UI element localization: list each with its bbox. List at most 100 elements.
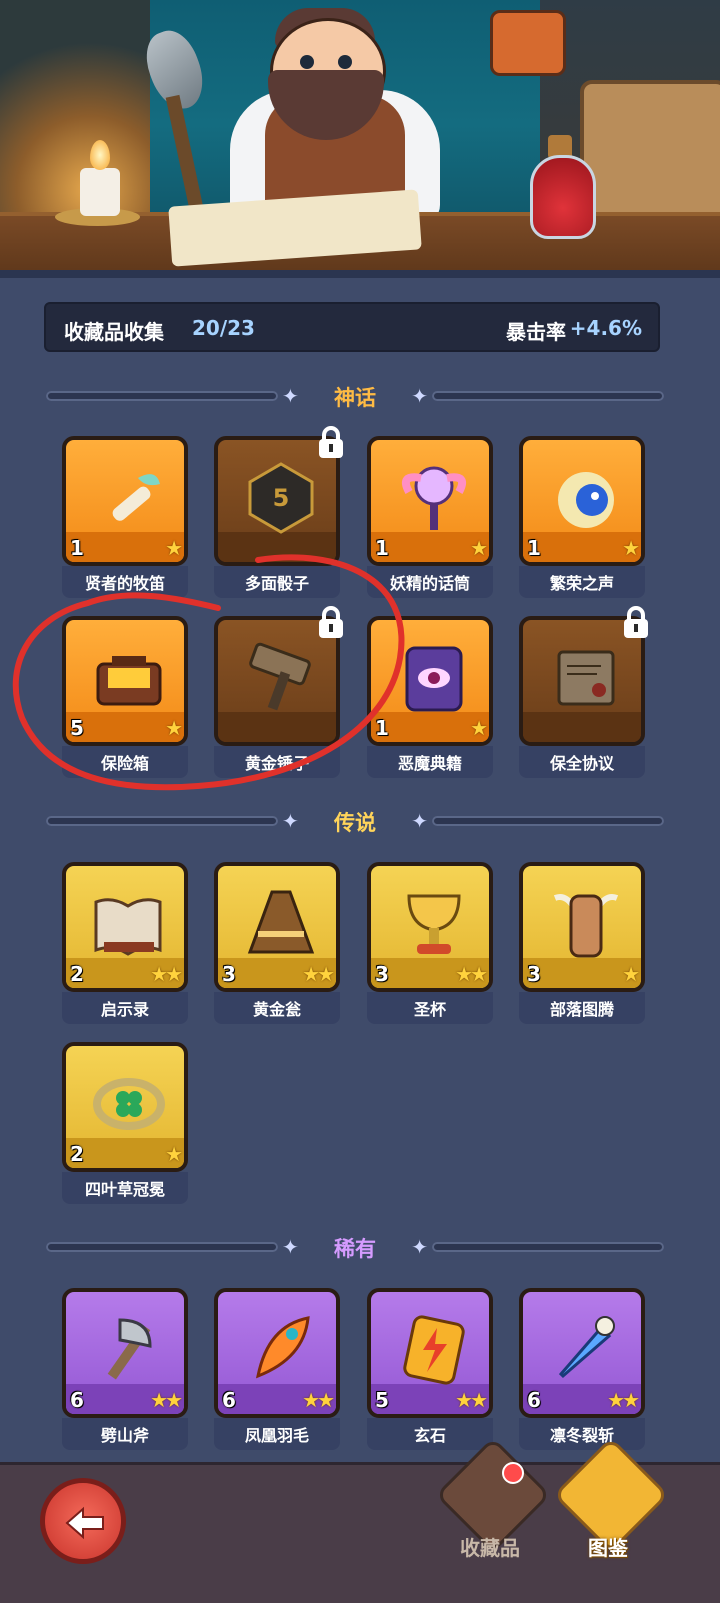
star-rating-icon: ★★ (150, 1388, 183, 1412)
item-name: 劈山斧 (100, 1426, 149, 1445)
item-level: 6 (70, 1388, 84, 1412)
star-rating-icon: ★ (165, 716, 183, 740)
star-rating-icon: ★★ (302, 1388, 335, 1412)
lock-icon (624, 606, 648, 638)
collectible-card[interactable]: 3 ★ 部落图腾 (519, 862, 645, 1024)
shovel-handle (165, 94, 205, 216)
tile-level-strip (218, 712, 336, 742)
lock-icon (319, 606, 343, 638)
collectible-tile: 1 ★ (367, 436, 493, 566)
collectible-tile: 3 ★★ (214, 862, 340, 992)
item-name: 繁荣之声 (549, 574, 614, 593)
star-rating-icon: ★★ (607, 1388, 640, 1412)
scroll-icon (557, 650, 615, 706)
item-level: 2 (70, 1142, 84, 1166)
sparkle-icon: ✦ (411, 809, 428, 833)
collectible-tile: 5 ★ (62, 616, 188, 746)
urn-icon (247, 890, 315, 954)
star-rating-icon: ★★ (455, 962, 488, 986)
shop-keeper-scene (0, 0, 720, 278)
open-book-icon (94, 898, 162, 956)
candle-icon (80, 168, 120, 216)
phoenix-feather-icon (255, 1316, 310, 1379)
totem-icon (553, 894, 619, 958)
item-level: 3 (527, 962, 541, 986)
collectible-card[interactable]: 1 ★ 妖精的话筒 (367, 436, 493, 598)
star-rating-icon: ★ (470, 716, 488, 740)
item-name: 保全协议 (549, 754, 614, 773)
collectible-card[interactable]: 保全协议 (519, 606, 648, 778)
grail-icon (407, 894, 461, 954)
clover-crown-icon (93, 1078, 165, 1130)
collection-label: 收藏品收集 (64, 320, 164, 344)
section-header-myth: ✦ 神话 ✦ (46, 381, 664, 411)
collectible-card[interactable]: 5 ★ 保险箱 (62, 616, 188, 778)
item-name: 圣杯 (413, 1000, 446, 1019)
collectible-card[interactable]: 1 ★ 贤者的牧笛 (62, 436, 188, 598)
star-rating-icon: ★★ (455, 1388, 488, 1412)
back-arrow-icon (65, 1506, 104, 1540)
divider-line (432, 391, 664, 401)
item-level: 2 (70, 962, 84, 986)
item-name: 玄石 (413, 1426, 446, 1445)
collectible-card[interactable]: 2 ★★ 启示录 (62, 862, 188, 1024)
microphone-icon (402, 466, 466, 530)
item-level: 5 (70, 716, 84, 740)
collectible-card[interactable]: 1 ★ 繁荣之声 (519, 436, 645, 598)
collectible-card[interactable]: 2 ★ 四叶草冠冕 (62, 1042, 188, 1204)
collectible-card[interactable]: 6 ★★ 凤凰羽毛 (214, 1288, 340, 1450)
sparkle-icon: ✦ (411, 384, 428, 408)
item-level: 5 (375, 1388, 389, 1412)
collectible-card[interactable]: 黄金锤子 (214, 606, 343, 778)
dwarf-eye-right (338, 55, 352, 69)
back-button[interactable] (40, 1478, 126, 1564)
divider-line (432, 816, 664, 826)
collectible-tile: 2 ★★ (62, 862, 188, 992)
item-level: 1 (70, 536, 84, 560)
collection-summary-bar: 收藏品收集 20/23 暴击率 +4.6% (44, 302, 660, 352)
section-header-legend: ✦ 传说 ✦ (46, 806, 664, 836)
collectible-tile: 5 ★★ (367, 1288, 493, 1418)
collectible-tile: 3 ★★ (367, 862, 493, 992)
collectible-card[interactable]: 3 ★★ 圣杯 (367, 862, 493, 1024)
item-name: 妖精的话筒 (389, 574, 470, 593)
collectible-card[interactable]: 6 ★★ 凛冬裂斩 (519, 1288, 645, 1450)
collectible-tile: 1 ★ (519, 436, 645, 566)
item-name: 凛冬裂斩 (549, 1426, 614, 1445)
flame-icon (90, 140, 110, 170)
tribal-mask-icon (490, 10, 566, 76)
item-name: 四叶草冠冕 (84, 1180, 165, 1199)
tab-catalog[interactable]: 图鉴 (548, 1437, 669, 1568)
notification-dot (502, 1462, 524, 1484)
flute-icon (112, 474, 160, 521)
tile-level-strip (218, 532, 336, 562)
item-level: 1 (527, 536, 541, 560)
crit-rate-label: 暴击率 (506, 320, 566, 344)
dwarf-eye-left (300, 55, 314, 69)
frost-sword-icon (558, 1316, 615, 1379)
collection-count: 20/23 (192, 316, 255, 340)
star-rating-icon: ★ (470, 536, 488, 560)
divider-line (432, 1242, 664, 1252)
tab-collection-label: 收藏品 (460, 1536, 520, 1560)
tile-level-strip (523, 712, 641, 742)
collectible-tile: 2 ★ (62, 1042, 188, 1172)
collectible-tile: 1 ★ (62, 436, 188, 566)
lock-icon (319, 426, 343, 458)
item-name: 多面骰子 (244, 574, 309, 593)
item-level: 3 (222, 962, 236, 986)
collectible-card[interactable]: 3 ★★ 黄金瓮 (214, 862, 340, 1024)
collectible-card[interactable]: 5 多面骰子 (214, 426, 343, 598)
tab-catalog-label: 图鉴 (588, 1536, 628, 1560)
collectible-card[interactable]: 1 ★ 恶魔典籍 (367, 616, 493, 778)
sparkle-icon: ✦ (411, 1235, 428, 1259)
item-level: 6 (222, 1388, 236, 1412)
item-name: 恶魔典籍 (397, 754, 462, 773)
red-potion-icon (530, 155, 596, 239)
collectible-card[interactable]: 6 ★★ 劈山斧 (62, 1288, 188, 1450)
star-rating-icon: ★ (165, 1142, 183, 1166)
scene-border (0, 270, 720, 278)
tab-collection[interactable]: 收藏品 (430, 1437, 551, 1568)
lightning-stone-icon (403, 1315, 465, 1385)
collectible-card[interactable]: 5 ★★ 玄石 (367, 1288, 493, 1450)
